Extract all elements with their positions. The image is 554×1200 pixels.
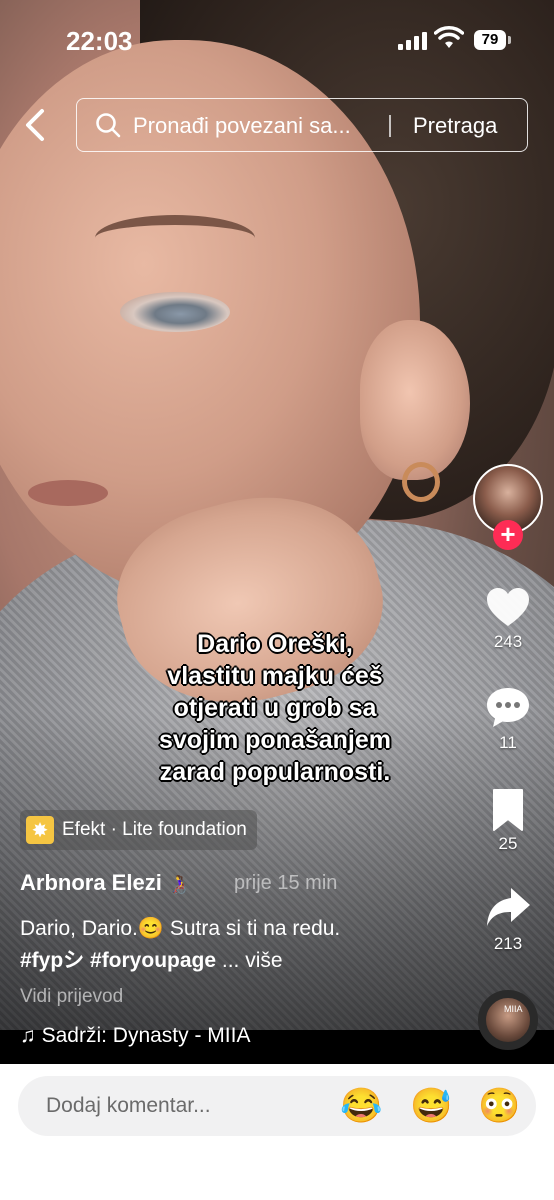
emoji-sweat-icon[interactable]: 😅 (410, 1088, 452, 1124)
bookmark-icon[interactable] (484, 786, 532, 834)
share-icon[interactable] (484, 884, 532, 932)
see-translation-link[interactable]: Vidi prijevod (20, 986, 123, 1008)
see-more-link[interactable]: ... više (216, 949, 283, 972)
hashtags-text[interactable]: #fypシ #foryoupage (20, 949, 216, 972)
wheelchair-emoji-icon: 👩‍🦽 (167, 874, 191, 894)
search-bar[interactable]: Pronađi povezani sa... Pretraga (76, 98, 528, 152)
comment-icon[interactable] (484, 684, 532, 732)
back-icon[interactable] (18, 105, 52, 145)
effect-label: Efekt · Lite foundation (62, 819, 247, 840)
effect-chip[interactable]: ✸ Efekt · Lite foundation (20, 810, 257, 850)
video-earring (402, 462, 440, 502)
search-button[interactable]: Pretraga (413, 113, 497, 139)
signal-icon (398, 30, 427, 50)
battery-indicator: 79 (474, 30, 511, 50)
comment-bar: Dodaj komentar... 😂 😅 😳 (0, 1064, 554, 1200)
status-bar: 22:03 79 (0, 0, 554, 80)
search-icon (96, 113, 121, 138)
overlay-line: Dario Oreški, (197, 630, 353, 658)
post-hashtags[interactable]: #fypシ #foryoupage ... više (20, 944, 283, 974)
username[interactable]: Arbnora Elezi 👩‍🦽 (20, 870, 190, 896)
overlay-line: zarad popularnosti. (159, 758, 391, 786)
post-caption: Dario, Dario.😊 Sutra si ti na redu. (20, 917, 341, 940)
emoji-flushed-icon[interactable]: 😳 (478, 1088, 520, 1124)
wifi-icon (434, 26, 464, 48)
comment-input[interactable]: Dodaj komentar... 😂 😅 😳 (18, 1076, 536, 1136)
video-text-overlay: Dario Oreški, vlastitu majku ćeš otjerat… (140, 628, 410, 788)
search-divider (389, 115, 391, 137)
overlay-line: otjerati u grob sa (173, 694, 377, 722)
search-input[interactable]: Pronađi povezani sa... (133, 113, 351, 139)
shares-count: 213 (493, 934, 523, 953)
likes-count: 243 (493, 632, 523, 651)
comment-placeholder: Dodaj komentar... (46, 1094, 211, 1117)
overlay-line: svojim ponašanjem (158, 726, 392, 754)
video-brow (95, 215, 255, 261)
music-disc-label: MIIA (504, 1004, 523, 1014)
follow-plus-icon[interactable]: + (493, 520, 523, 550)
effect-icon: ✸ (26, 816, 54, 844)
sound-link[interactable]: ♫ Sadrži: Dynasty - MIIA (20, 1024, 250, 1048)
video-lips (28, 480, 108, 506)
status-time: 22:03 (66, 26, 133, 56)
saves-count: 25 (498, 834, 518, 853)
comments-count: 11 (499, 733, 517, 752)
music-disc[interactable] (478, 990, 538, 1050)
heart-icon[interactable] (484, 584, 532, 632)
emoji-laugh-icon[interactable]: 😂 (340, 1088, 382, 1124)
post-time: prije 15 min (234, 872, 338, 894)
video-eye (120, 292, 230, 332)
overlay-line: vlastitu majku ćeš (167, 662, 383, 690)
username-text: Arbnora Elezi (20, 870, 162, 895)
video-ear (360, 320, 470, 480)
